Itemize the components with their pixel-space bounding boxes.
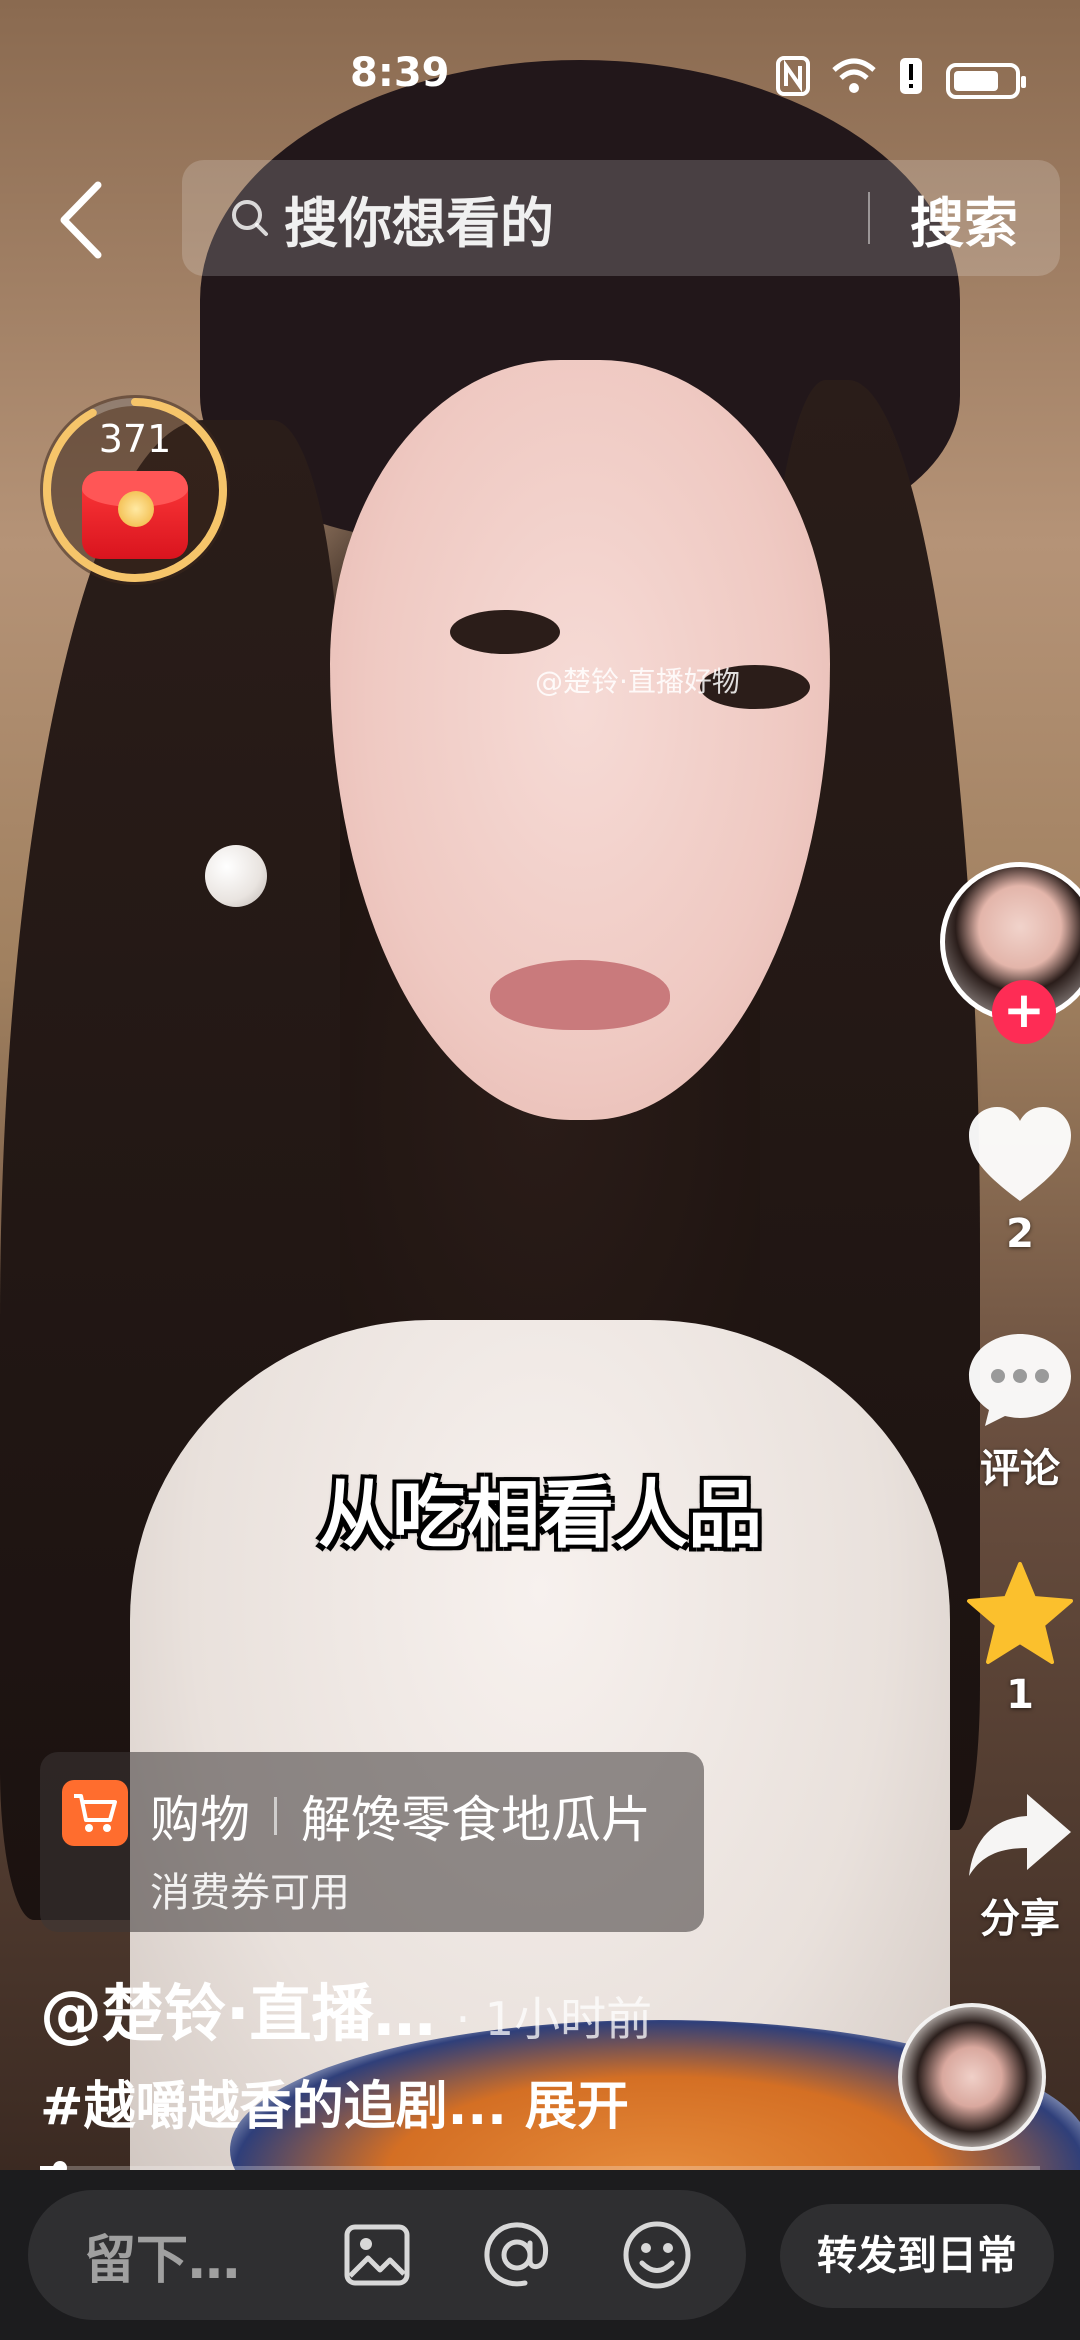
like-count: 2 [1006, 1211, 1034, 1257]
comment-label: 评论 [980, 1446, 1060, 1492]
video-frame-eye [450, 610, 560, 654]
expand-button[interactable]: 展开 [525, 2077, 629, 2137]
emoji-icon[interactable] [620, 2218, 694, 2292]
comment-input[interactable]: 留下… [28, 2190, 746, 2320]
post-description: #越嚼越香的追剧... 展开 [40, 2064, 629, 2139]
search-input[interactable]: 搜你想看的 [284, 179, 868, 258]
heart-icon [969, 1107, 1071, 1201]
like-button[interactable]: 2 [950, 1105, 1080, 1257]
follow-button[interactable]: + [992, 980, 1056, 1044]
cart-icon [62, 1780, 128, 1846]
comment-icon [969, 1334, 1071, 1426]
back-button[interactable] [58, 180, 122, 260]
shopping-card[interactable]: 购物 解馋零食地瓜片 消费券可用 [40, 1752, 704, 1932]
shopping-divider [274, 1797, 277, 1835]
action-column: + 2 评论 1 分享 [870, 0, 1080, 2200]
red-packet-count: 371 [98, 417, 172, 461]
coupon-text: 消费券可用 [150, 1870, 350, 1916]
post-time: · 1小时前 [455, 1992, 653, 2046]
status-time: 8:39 [350, 50, 450, 96]
red-envelope-icon [82, 471, 188, 559]
comment-placeholder[interactable]: 留下… [84, 2218, 340, 2293]
image-icon[interactable] [340, 2218, 414, 2292]
favorite-button[interactable]: 1 [950, 1560, 1080, 1718]
video-watermark: @楚铃·直播好物 [535, 665, 740, 698]
video-frame-earring [205, 845, 267, 907]
product-name: 解馋零食地瓜片 [301, 1791, 651, 1849]
chevron-left-icon [60, 181, 102, 259]
star-icon [967, 1562, 1073, 1664]
share-label: 分享 [980, 1896, 1060, 1942]
nfc-icon [776, 56, 810, 105]
comment-bar: 留下… 转发到日常 [0, 2170, 1080, 2340]
shopping-tag: 购物 [150, 1791, 250, 1849]
search-icon [232, 200, 268, 236]
video-frame-lips [490, 960, 670, 1030]
favorite-count: 1 [1006, 1672, 1034, 1718]
share-arrow-icon [969, 1794, 1071, 1876]
share-button[interactable]: 分享 [950, 1790, 1080, 1944]
description-text[interactable]: #越嚼越香的追剧... [40, 2077, 507, 2137]
comment-button[interactable]: 评论 [950, 1330, 1080, 1494]
repost-button[interactable]: 转发到日常 [780, 2204, 1054, 2308]
author-name[interactable]: @楚铃·直播… [40, 1963, 436, 2053]
red-packet-timer[interactable]: 371 [40, 395, 230, 585]
author-line: @楚铃·直播… · 1小时前 [40, 1963, 652, 2053]
shopping-title: 购物 解馋零食地瓜片 [150, 1780, 651, 1852]
mention-icon[interactable] [480, 2218, 554, 2292]
